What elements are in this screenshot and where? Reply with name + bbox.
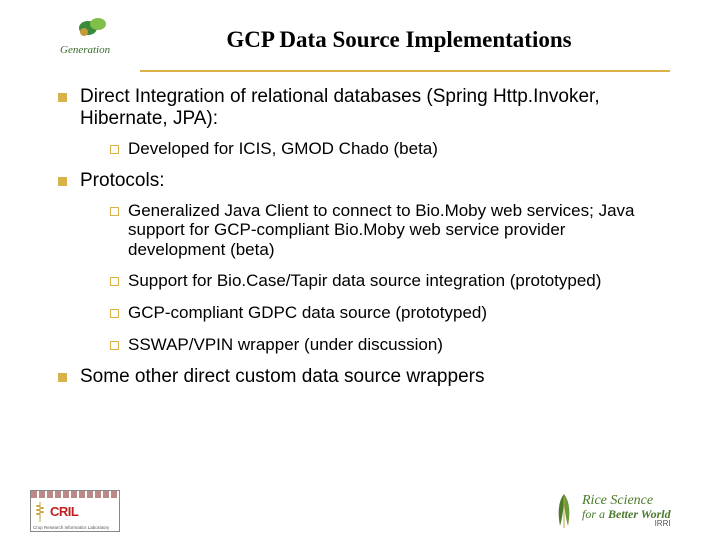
bullet-level1: Some other direct custom data source wra… [56,366,660,388]
slide-body: Direct Integration of relational databas… [50,82,670,388]
slide-title: GCP Data Source Implementations [148,27,670,53]
irri-label: IRRI [582,520,671,528]
bullet-level2: SSWAP/VPIN wrapper (under discussion) [108,335,660,355]
cril-subtitle: Crop Research Informatics Laboratory [31,526,119,532]
rice-line1: Rice Science [582,494,671,508]
bullet-level2: Support for Bio.Case/Tapir data source i… [108,271,660,291]
bullet-text: Some other direct custom data source wra… [80,366,484,387]
cril-logo: CRIL Crop Research Informatics Laborator… [30,490,120,532]
rice-science-logo: Rice Science for a Better World IRRI [550,490,690,532]
bullet-text: Protocols: [80,170,164,191]
bullet-level2: Developed for ICIS, GMOD Chado (beta) [108,139,660,159]
bullet-level1: Protocols: Generalized Java Client to con… [56,170,660,354]
generation-logo: Generation [50,10,140,70]
bullet-level2: Generalized Java Client to connect to Bi… [108,201,660,260]
rice-leaf-icon [550,492,578,530]
title-rule [140,70,670,72]
logo-text: Generation [60,44,110,56]
wheat-icon [33,500,47,524]
bullet-level2: GCP-compliant GDPC data source (prototyp… [108,303,660,323]
cril-text: CRIL [50,504,78,519]
bullet-level1: Direct Integration of relational databas… [56,86,660,158]
bullet-text: Direct Integration of relational databas… [80,86,600,129]
leaf-icon [78,14,108,38]
